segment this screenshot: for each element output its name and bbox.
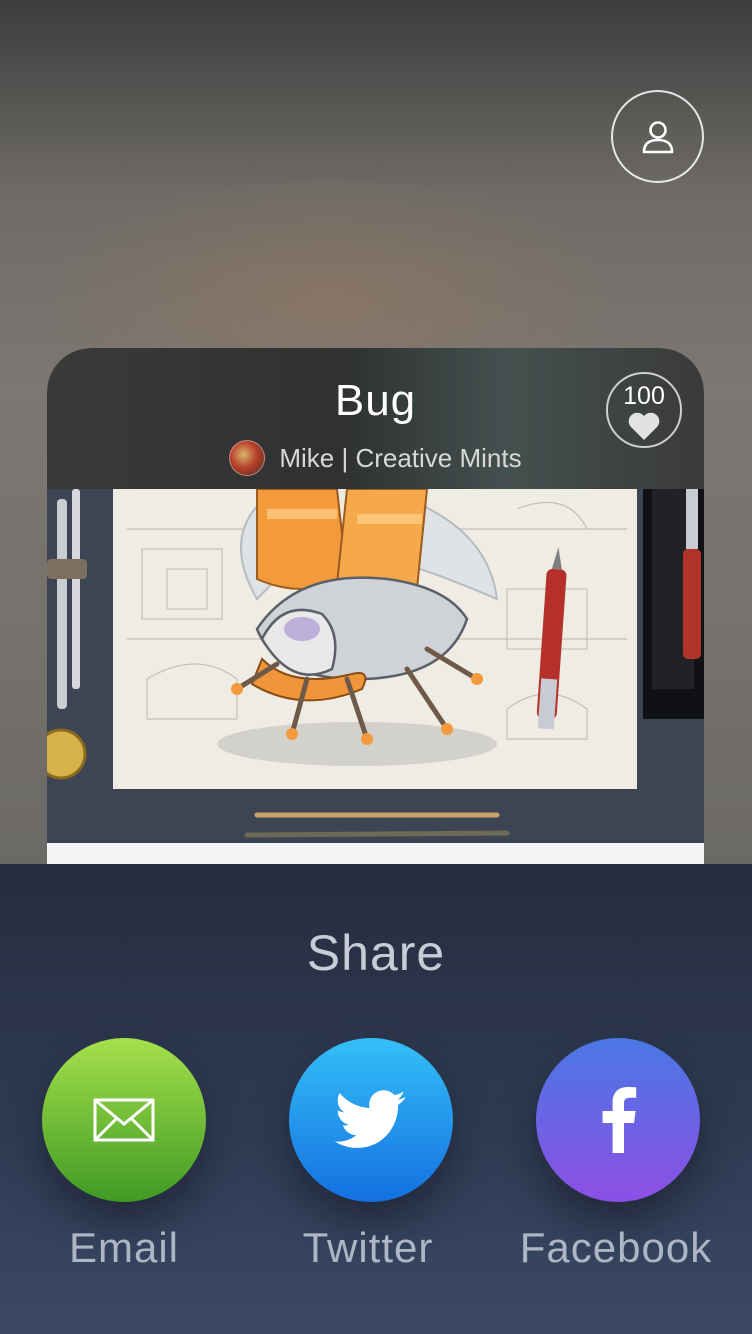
facebook-share-button[interactable]	[536, 1038, 700, 1202]
twitter-label: Twitter	[302, 1224, 434, 1271]
avatar	[229, 440, 266, 476]
twitter-bird-icon	[335, 1090, 406, 1148]
share-title: Share	[306, 925, 446, 981]
shot-title: Bug	[334, 376, 417, 425]
share-sheet: Share Email Twitter Facebook	[0, 864, 752, 1334]
profile-button[interactable]	[611, 90, 704, 183]
shot-card[interactable]: Bug Mike | Creative Mints 100	[47, 348, 704, 878]
facebook-label: Facebook	[519, 1224, 713, 1271]
facebook-f-icon	[602, 1087, 637, 1153]
like-button[interactable]: 100	[606, 372, 682, 448]
shot-artwork[interactable]	[47, 489, 704, 843]
twitter-share-button[interactable]	[289, 1038, 453, 1202]
envelope-icon	[93, 1098, 155, 1142]
email-share-button[interactable]	[42, 1038, 206, 1202]
like-count: 100	[623, 382, 665, 410]
author-info[interactable]: Mike | Creative Mints	[47, 440, 704, 476]
author-name: Mike | Creative Mints	[279, 442, 522, 473]
email-label: Email	[68, 1224, 180, 1271]
card-header: Bug Mike | Creative Mints 100	[47, 348, 704, 489]
heart-icon	[628, 412, 660, 440]
user-icon	[642, 120, 673, 153]
